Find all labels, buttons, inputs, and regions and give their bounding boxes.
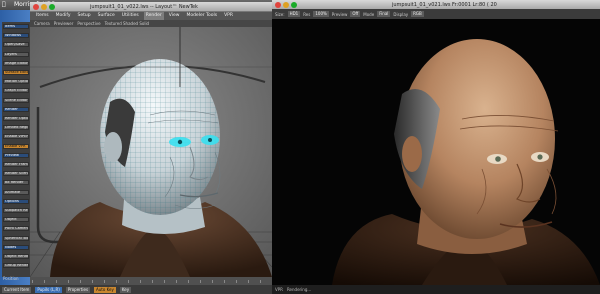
toolbar-button[interactable]: Open/Save: [3, 42, 29, 48]
toolbar-button[interactable]: Subpatch Render: [3, 208, 29, 213]
menu-tab-modify[interactable]: Modify: [54, 12, 73, 20]
toolbar-button[interactable]: Limited Region: [3, 125, 29, 131]
render-option-label: Size:: [275, 11, 285, 17]
viewport-option[interactable]: Previewer: [54, 20, 74, 27]
close-dot-icon[interactable]: [275, 1, 281, 8]
layout-window-title: jumpsuit1_01_v022.lws -- Layout™ NewTek: [90, 4, 198, 10]
render-option-label: Display: [393, 11, 409, 17]
viewport-option[interactable]: Camera: [34, 20, 50, 27]
menu-tab-items[interactable]: Items: [34, 12, 51, 20]
render-option-label: Preview: [331, 11, 348, 17]
perspective-viewport[interactable]: [30, 27, 272, 277]
render-canvas: [272, 19, 600, 285]
toolbar-button[interactable]: Render Frame: [3, 162, 29, 167]
toolbar-button[interactable]: Layers: [3, 51, 29, 57]
layout-window:  Morrisoft HD3 jumpsuit1_01_v022.lws --…: [0, 0, 272, 294]
toolbar-button[interactable]: Animate: [3, 189, 29, 195]
toolbar-button[interactable]: Bk Render: [3, 180, 29, 186]
minimize-dot-icon[interactable]: [41, 4, 47, 10]
viewport-canvas[interactable]: [30, 27, 272, 277]
position-label: Position: [3, 276, 19, 281]
status-chip[interactable]: Key: [119, 286, 132, 293]
menu-tab-surface[interactable]: Surface: [96, 12, 117, 20]
toolbar-button[interactable]: Surface Editor: [3, 70, 29, 75]
toolbar-button[interactable]: Object: [3, 217, 29, 223]
render-preview: [272, 19, 600, 285]
render-titlebar[interactable]: jumpsuit1_01_v021.lws Fr:0001 Lr:80 ( 20: [272, 0, 600, 9]
render-option-dropdown[interactable]: Final: [377, 11, 391, 17]
viewport-option[interactable]: Textured Shaded Solid: [105, 20, 150, 27]
render-window-title: jumpsuit1_01_v021.lws Fr:0001 Lr:80 ( 20: [392, 1, 497, 8]
timeline-ticks: [32, 280, 270, 283]
close-dot-icon[interactable]: [33, 4, 39, 10]
menu-tab-setup[interactable]: Setup: [76, 12, 93, 20]
toolbar-button[interactable]: Point Camera: [3, 226, 29, 232]
layout-status-bar: Current Item Pupils (L,R) Properties Auto K…: [0, 285, 272, 294]
render-option-dropdown[interactable]: HD1: [287, 11, 301, 17]
menu-tab-render[interactable]: Render: [143, 12, 164, 20]
toolbar-button[interactable]: Enable VIPER: [3, 134, 29, 140]
viewport-header: Camera Previewer Perspective Textured Shade…: [30, 20, 272, 27]
toolbar-button[interactable]: Spherical Tools: [3, 235, 29, 241]
toolbar-button[interactable]: Render Scene: [3, 171, 29, 177]
toolbar-group-header: Items: [3, 24, 29, 29]
toolbar-group-header: Windows: [3, 33, 29, 39]
render-option-label: Res: [303, 11, 311, 17]
render-option-dropdown[interactable]: 100%: [313, 11, 329, 17]
status-chip[interactable]: Properties: [65, 286, 91, 293]
toolbar-group-header: Render: [3, 106, 29, 112]
menu-tab-vpr[interactable]: VPR: [222, 12, 235, 20]
status-chip[interactable]: Current Item: [2, 286, 32, 293]
toolbar-button[interactable]: Motion Options: [3, 79, 29, 85]
toolbar-button[interactable]: Image Editor: [3, 60, 29, 66]
toolbar-group-header: Preview: [3, 152, 29, 158]
viewport-option[interactable]: Perspective: [77, 20, 100, 27]
render-toolbar: Size: HD1 Res 100% Preview Off Mode Final Displa…: [272, 9, 600, 19]
minimize-dot-icon[interactable]: [283, 1, 289, 8]
render-status-text: VPR: [275, 287, 283, 292]
layout-menu-tabs: Items Modify Setup Surface Utilities Render Vi…: [30, 12, 272, 20]
toolbar-button[interactable]: Object Renderer: [3, 254, 29, 259]
toolbar-button[interactable]: Graph Editor: [3, 88, 29, 94]
menu-tab-utilities[interactable]: Utilities: [120, 12, 141, 20]
toolbar-group-header: Nodes: [3, 244, 29, 250]
menu-tab-modeler-tools[interactable]: Modeler Tools: [184, 12, 219, 20]
status-chip[interactable]: Pupils (L,R): [35, 286, 62, 293]
menu-tab-view[interactable]: View: [167, 12, 182, 20]
status-chip[interactable]: Auto Key: [94, 286, 116, 293]
render-option-label: Mode: [363, 11, 375, 17]
render-status-bar: VPR Rendering...: [272, 285, 600, 294]
toolbar-button[interactable]: Group Renderer: [3, 263, 29, 269]
render-option-dropdown[interactable]: RGB: [411, 11, 424, 17]
zoom-dot-icon[interactable]: [291, 1, 297, 8]
layout-titlebar[interactable]: jumpsuit1_01_v022.lws -- Layout™ NewTek: [30, 2, 272, 12]
render-option-dropdown[interactable]: Off: [350, 11, 361, 17]
toolbar-button[interactable]: Render Options: [3, 116, 29, 121]
apple-menu-icon[interactable]: : [2, 1, 10, 9]
timeline-slider[interactable]: [30, 277, 272, 285]
toolbar-button[interactable]: Enable VPR: [3, 143, 29, 149]
toolbar-button[interactable]: Scene Editor: [3, 97, 29, 103]
toolbar-group-header: Options: [3, 198, 29, 204]
render-status-text: Rendering...: [286, 287, 312, 292]
zoom-dot-icon[interactable]: [49, 4, 55, 10]
layout-toolbar: Items Windows Open/Save Layers Image Editor S…: [2, 22, 30, 277]
vpr-render-window: jumpsuit1_01_v021.lws Fr:0001 Lr:80 ( 20…: [272, 0, 600, 294]
